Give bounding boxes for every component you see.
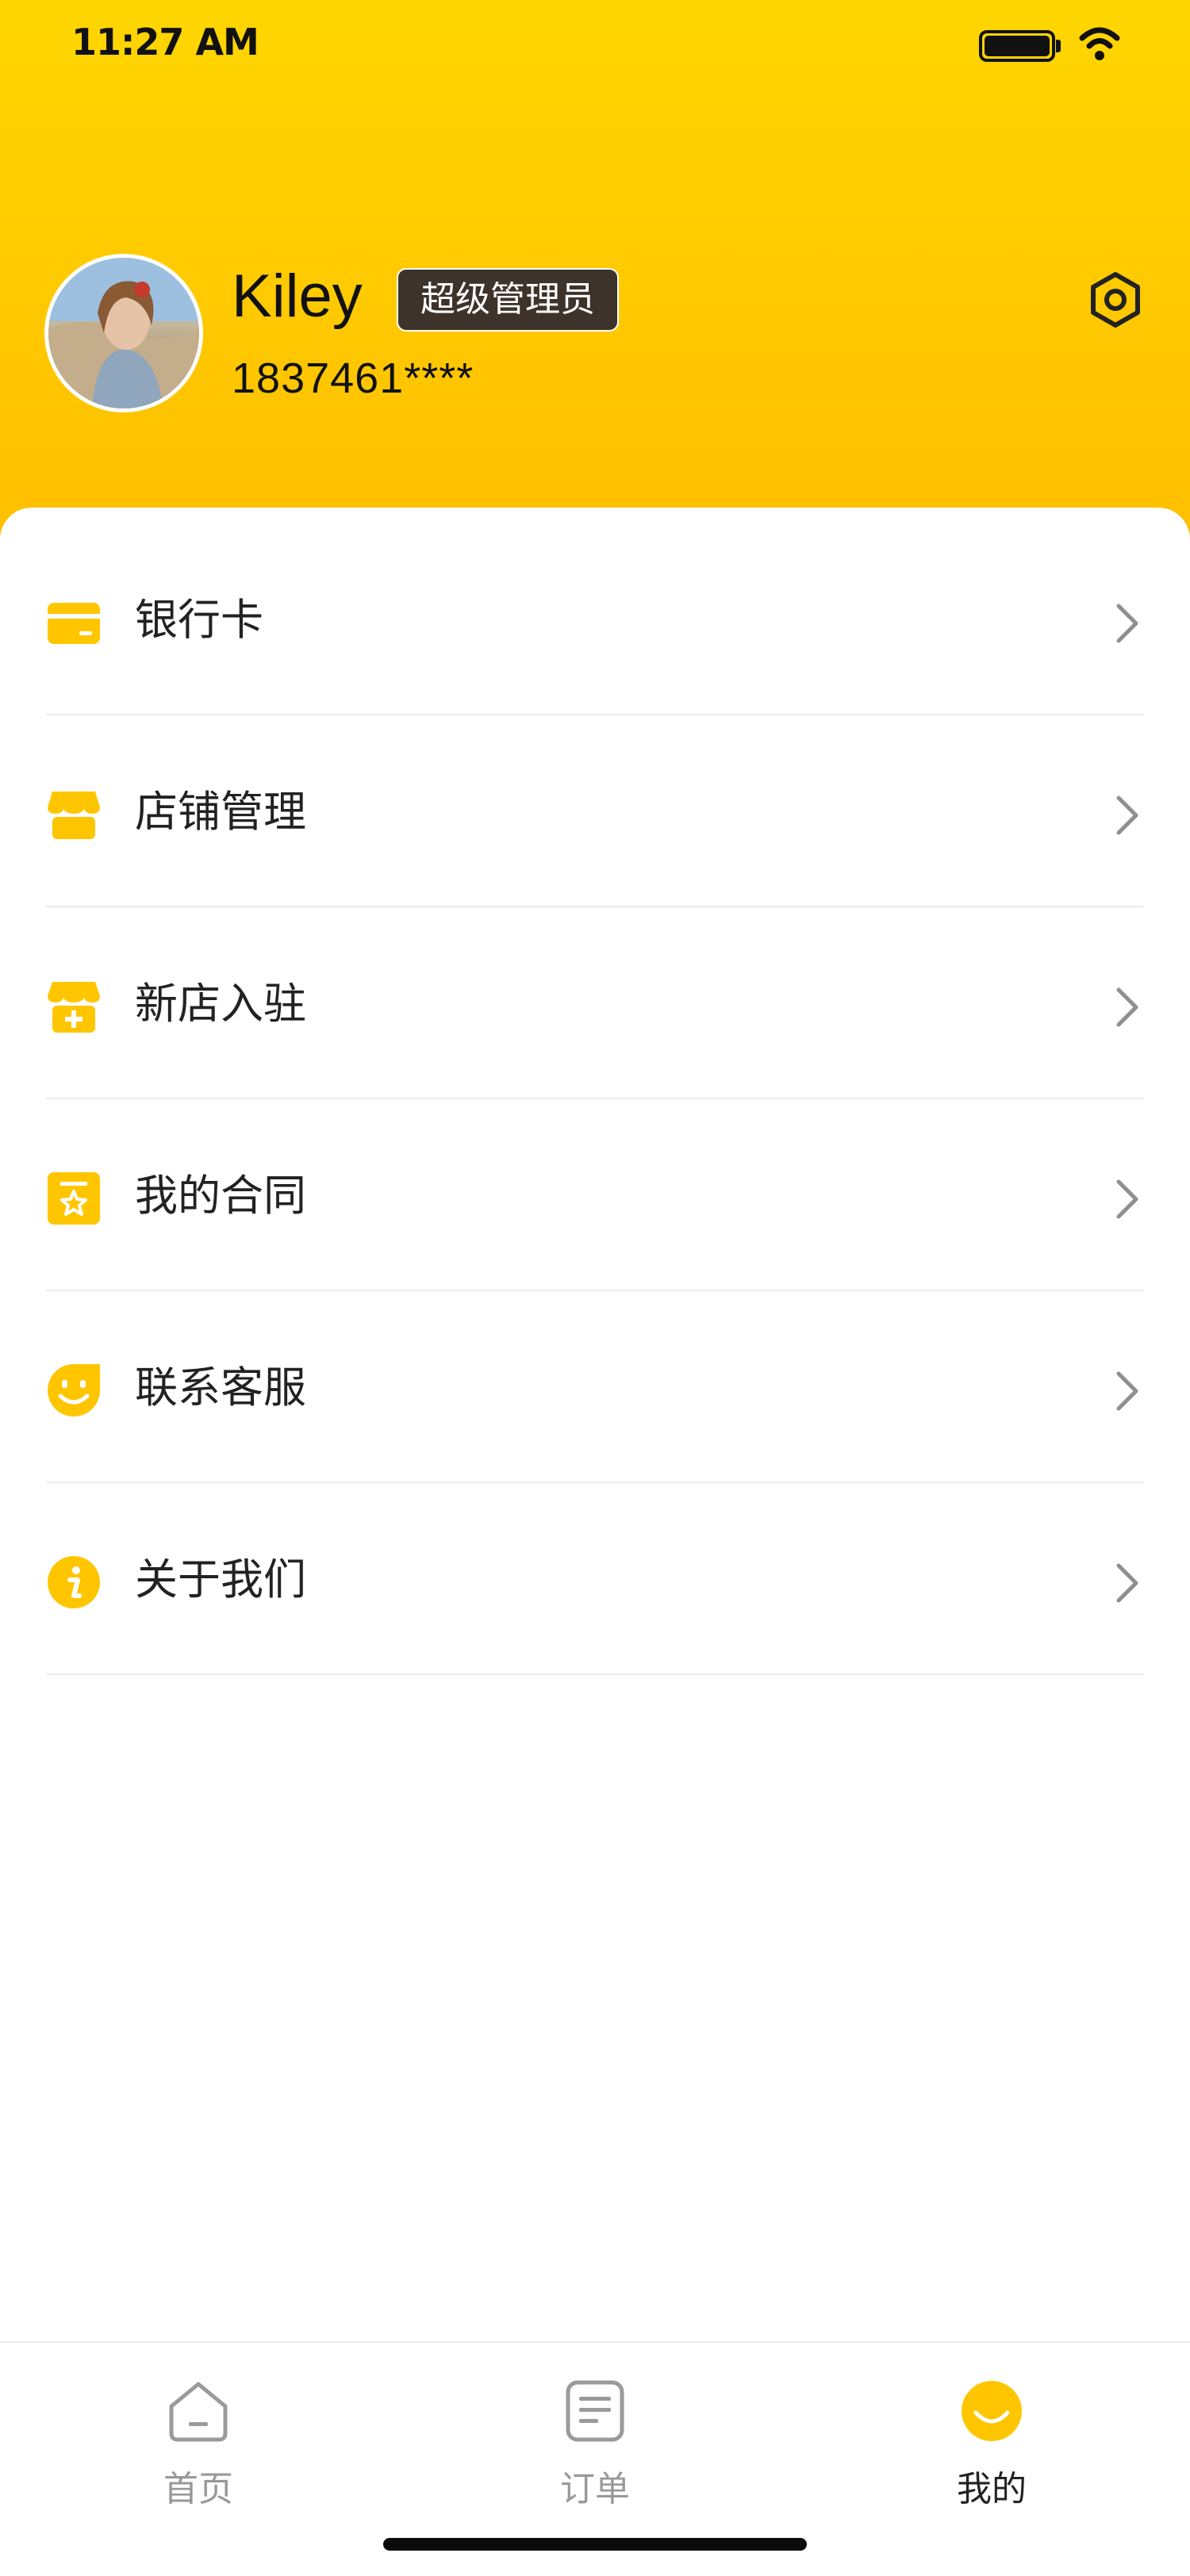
chevron-right-icon xyxy=(1116,604,1138,643)
menu-item-label: 联系客服 xyxy=(135,1363,306,1413)
menu-item-my-contract[interactable]: 我的合同 xyxy=(46,1099,1144,1291)
role-badge: 超级管理员 xyxy=(397,268,619,332)
tab-label: 首页 xyxy=(163,2469,233,2509)
menu-item-label: 银行卡 xyxy=(135,595,263,645)
menu-item-new-shop[interactable]: 新店入驻 xyxy=(46,907,1144,1099)
tab-label: 订单 xyxy=(560,2469,630,2509)
tab-orders[interactable]: 订单 xyxy=(476,2370,714,2513)
menu-item-label: 店铺管理 xyxy=(135,787,306,837)
tab-label: 我的 xyxy=(957,2469,1027,2509)
home-icon xyxy=(169,2382,228,2442)
wifi-icon xyxy=(1079,27,1120,60)
menu-item-shop-management[interactable]: 店铺管理 xyxy=(46,715,1144,907)
menu-item-bank-card[interactable]: 银行卡 xyxy=(46,523,1144,715)
order-icon xyxy=(566,2380,624,2442)
chevron-right-icon xyxy=(1116,795,1138,835)
phone-number: 1837461**** xyxy=(232,355,474,402)
info-icon xyxy=(48,1556,100,1608)
customer-service-icon xyxy=(48,1364,100,1416)
tab-me[interactable]: 我的 xyxy=(873,2370,1111,2513)
menu-item-label: 新店入驻 xyxy=(135,979,306,1029)
menu-item-customer-service[interactable]: 联系客服 xyxy=(46,1291,1144,1483)
status-bar: 11:27 AM xyxy=(0,0,1190,95)
menu-panel: 银行卡 店铺管理 新店入驻 我的合同 联系客服 关于我们 xyxy=(0,508,1190,2348)
avatar[interactable] xyxy=(44,254,203,412)
menu-item-label: 我的合同 xyxy=(135,1171,306,1221)
status-time: 11:27 AM xyxy=(71,21,259,63)
battery-icon xyxy=(979,30,1055,62)
bank-card-icon xyxy=(48,603,100,644)
settings-icon[interactable] xyxy=(1085,270,1146,330)
shop-add-icon xyxy=(48,982,100,1033)
menu-item-label: 关于我们 xyxy=(135,1554,306,1604)
chevron-right-icon xyxy=(1116,1179,1138,1219)
battery-cap xyxy=(1056,40,1061,52)
tab-home[interactable]: 首页 xyxy=(79,2370,317,2513)
menu-item-about-us[interactable]: 关于我们 xyxy=(46,1483,1144,1675)
chevron-right-icon xyxy=(1116,1563,1138,1603)
shop-icon xyxy=(48,792,100,839)
chevron-right-icon xyxy=(1116,1371,1138,1411)
profile-header: 11:27 AM Kiley 超级管理员 1837461**** xyxy=(0,0,1190,555)
user-name: Kiley xyxy=(232,263,363,330)
chevron-right-icon xyxy=(1116,987,1138,1027)
contract-icon xyxy=(48,1172,100,1225)
avatar-photo xyxy=(48,258,199,408)
me-icon xyxy=(962,2381,1022,2441)
home-indicator xyxy=(383,2538,807,2551)
